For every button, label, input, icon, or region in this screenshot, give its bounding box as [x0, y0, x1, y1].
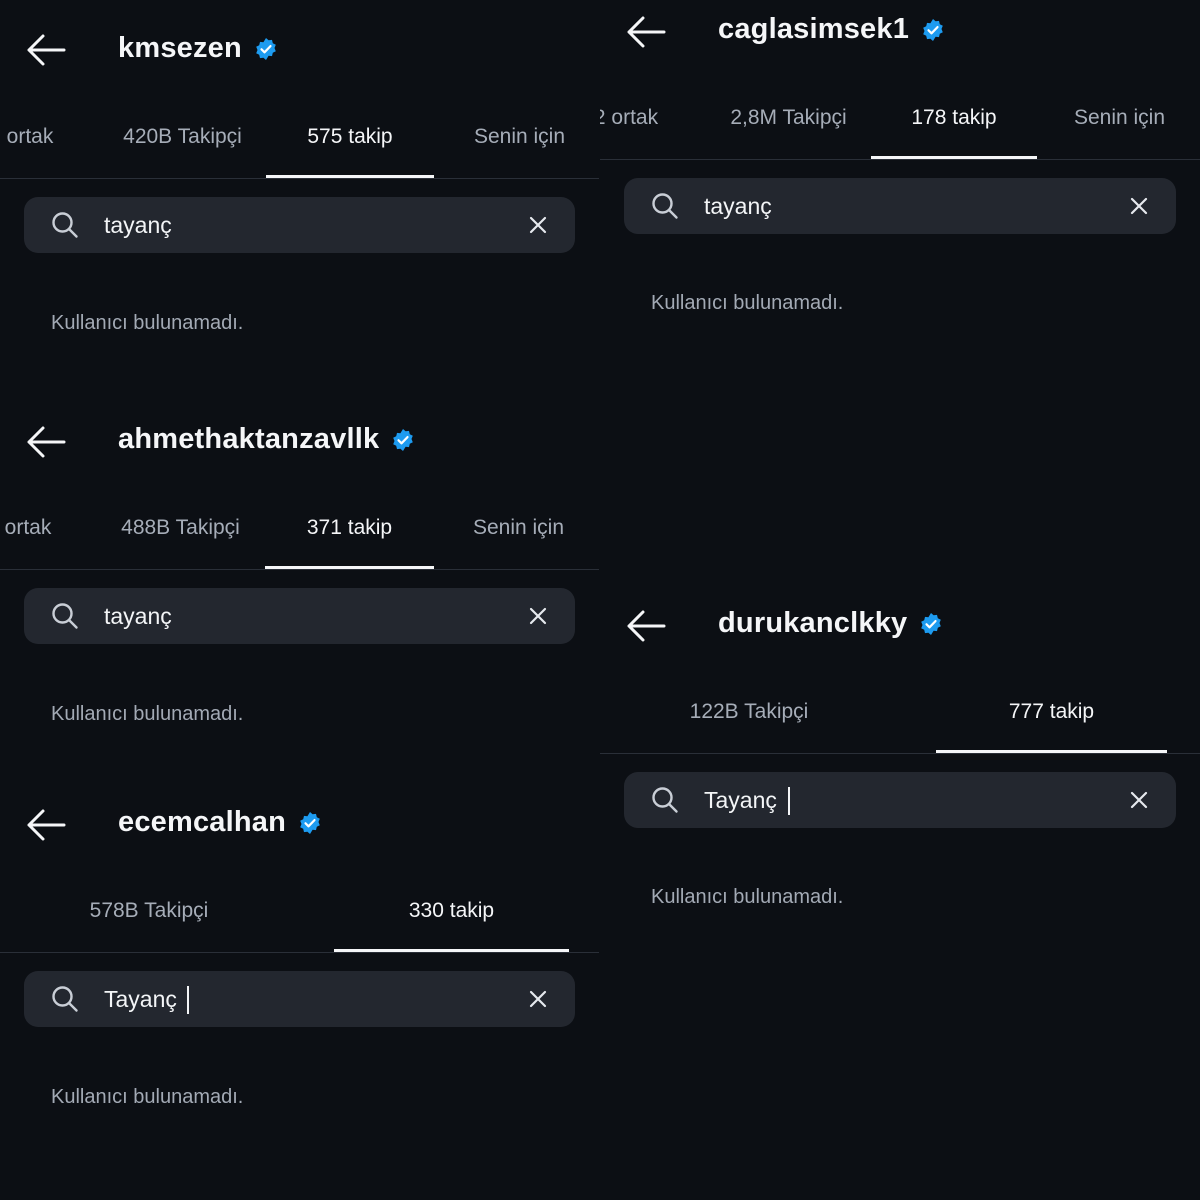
search-field[interactable]: [624, 772, 1176, 828]
header: kmsezen: [0, 0, 599, 100]
back-button[interactable]: [624, 14, 666, 50]
search-icon: [52, 603, 78, 629]
search-icon: [52, 986, 78, 1012]
verified-badge-icon: [300, 811, 320, 834]
empty-state-text: Kullanıcı bulunamadı.: [51, 1086, 244, 1108]
panel-ahmethaktanzavllk: ahmethaktanzavllk ortak 488B Takipçi 371…: [0, 390, 599, 782]
back-arrow-icon: [627, 610, 666, 642]
back-arrow-icon: [627, 16, 666, 48]
close-icon[interactable]: [527, 988, 549, 1010]
empty-state-text: Kullanıcı bulunamadı.: [651, 886, 844, 908]
username: durukanclkky: [718, 607, 908, 639]
tab-ortak[interactable]: 2 ortak: [600, 77, 666, 159]
text-caret: [788, 787, 790, 815]
back-button[interactable]: [24, 424, 66, 460]
tab-followers[interactable]: 2,8M Takipçi: [706, 77, 871, 159]
search-field[interactable]: [24, 197, 575, 253]
tab-following[interactable]: 575 takip: [266, 96, 434, 178]
empty-state-text: Kullanıcı bulunamadı.: [51, 703, 244, 725]
tab-following[interactable]: 330 takip: [334, 870, 569, 952]
back-button[interactable]: [624, 608, 666, 644]
verified-badge-icon: [393, 428, 414, 451]
search-input[interactable]: [104, 205, 504, 245]
tab-following[interactable]: 777 takip: [936, 671, 1167, 753]
tab-bar: 578B Takipçi 330 takip: [0, 870, 599, 953]
search-input[interactable]: [104, 979, 504, 1019]
tab-following[interactable]: 178 takip: [871, 77, 1037, 159]
tab-followers[interactable]: 488B Takipçi: [98, 487, 263, 569]
close-icon[interactable]: [527, 605, 549, 627]
search-input[interactable]: [704, 780, 1104, 820]
panel-durukanclkky: durukanclkky 122B Takipçi 777 takip Kull…: [600, 580, 1200, 1200]
back-arrow-icon: [27, 426, 66, 458]
verified-badge-icon: [923, 18, 943, 41]
verified-badge-icon: [256, 37, 276, 60]
back-button[interactable]: [24, 32, 66, 68]
search-input[interactable]: [104, 596, 504, 636]
panel-ecemcalhan: ecemcalhan 578B Takipçi 330 takip Kullan…: [0, 782, 599, 1200]
header: ahmethaktanzavllk: [0, 390, 599, 490]
username: ecemcalhan: [118, 806, 287, 838]
close-icon[interactable]: [1128, 195, 1150, 217]
tab-ortak[interactable]: ortak: [0, 487, 63, 569]
profile-title: kmsezen: [118, 32, 278, 65]
header: ecemcalhan: [0, 782, 599, 882]
username: ahmethaktanzavllk: [118, 423, 380, 455]
search-icon: [52, 212, 78, 238]
back-button[interactable]: [24, 807, 66, 843]
tab-followers[interactable]: 578B Takipçi: [40, 870, 258, 952]
header: durukanclkky: [600, 580, 1200, 680]
profile-title: durukanclkky: [718, 607, 943, 640]
search-field[interactable]: [624, 178, 1176, 234]
search-input[interactable]: [704, 186, 1104, 226]
profile-title: ahmethaktanzavllk: [118, 423, 415, 456]
close-icon[interactable]: [1128, 789, 1150, 811]
panel-caglasimsek1: caglasimsek1 2 ortak 2,8M Takipçi 178 ta…: [600, 0, 1200, 580]
tab-bar: ortak 488B Takipçi 371 takip Senin için: [0, 487, 599, 570]
panel-kmsezen: kmsezen ortak 420B Takipçi 575 takip Sen…: [0, 0, 599, 390]
tab-bar: 122B Takipçi 777 takip: [600, 671, 1200, 754]
back-arrow-icon: [27, 34, 66, 66]
text-caret: [187, 986, 189, 1014]
back-arrow-icon: [27, 809, 66, 841]
tab-for-you[interactable]: Senin için: [451, 487, 586, 569]
username: kmsezen: [118, 32, 242, 64]
search-icon: [652, 193, 678, 219]
verified-badge-icon: [921, 612, 942, 635]
username: caglasimsek1: [718, 13, 910, 45]
tab-bar: 2 ortak 2,8M Takipçi 178 takip Senin içi…: [600, 77, 1200, 160]
empty-state-text: Kullanıcı bulunamadı.: [51, 312, 244, 334]
profile-title: caglasimsek1: [718, 13, 945, 46]
close-icon[interactable]: [527, 214, 549, 236]
tab-followers[interactable]: 420B Takipçi: [100, 96, 265, 178]
profile-title: ecemcalhan: [118, 806, 322, 839]
tab-followers[interactable]: 122B Takipçi: [640, 671, 858, 753]
tab-following[interactable]: 371 takip: [265, 487, 434, 569]
search-field[interactable]: [24, 588, 575, 644]
tab-bar: ortak 420B Takipçi 575 takip Senin için: [0, 96, 599, 179]
tab-ortak[interactable]: ortak: [0, 96, 65, 178]
empty-state-text: Kullanıcı bulunamadı.: [651, 292, 844, 314]
tab-for-you[interactable]: Senin için: [452, 96, 587, 178]
search-field[interactable]: [24, 971, 575, 1027]
tab-for-you[interactable]: Senin için: [1052, 77, 1187, 159]
search-icon: [652, 787, 678, 813]
